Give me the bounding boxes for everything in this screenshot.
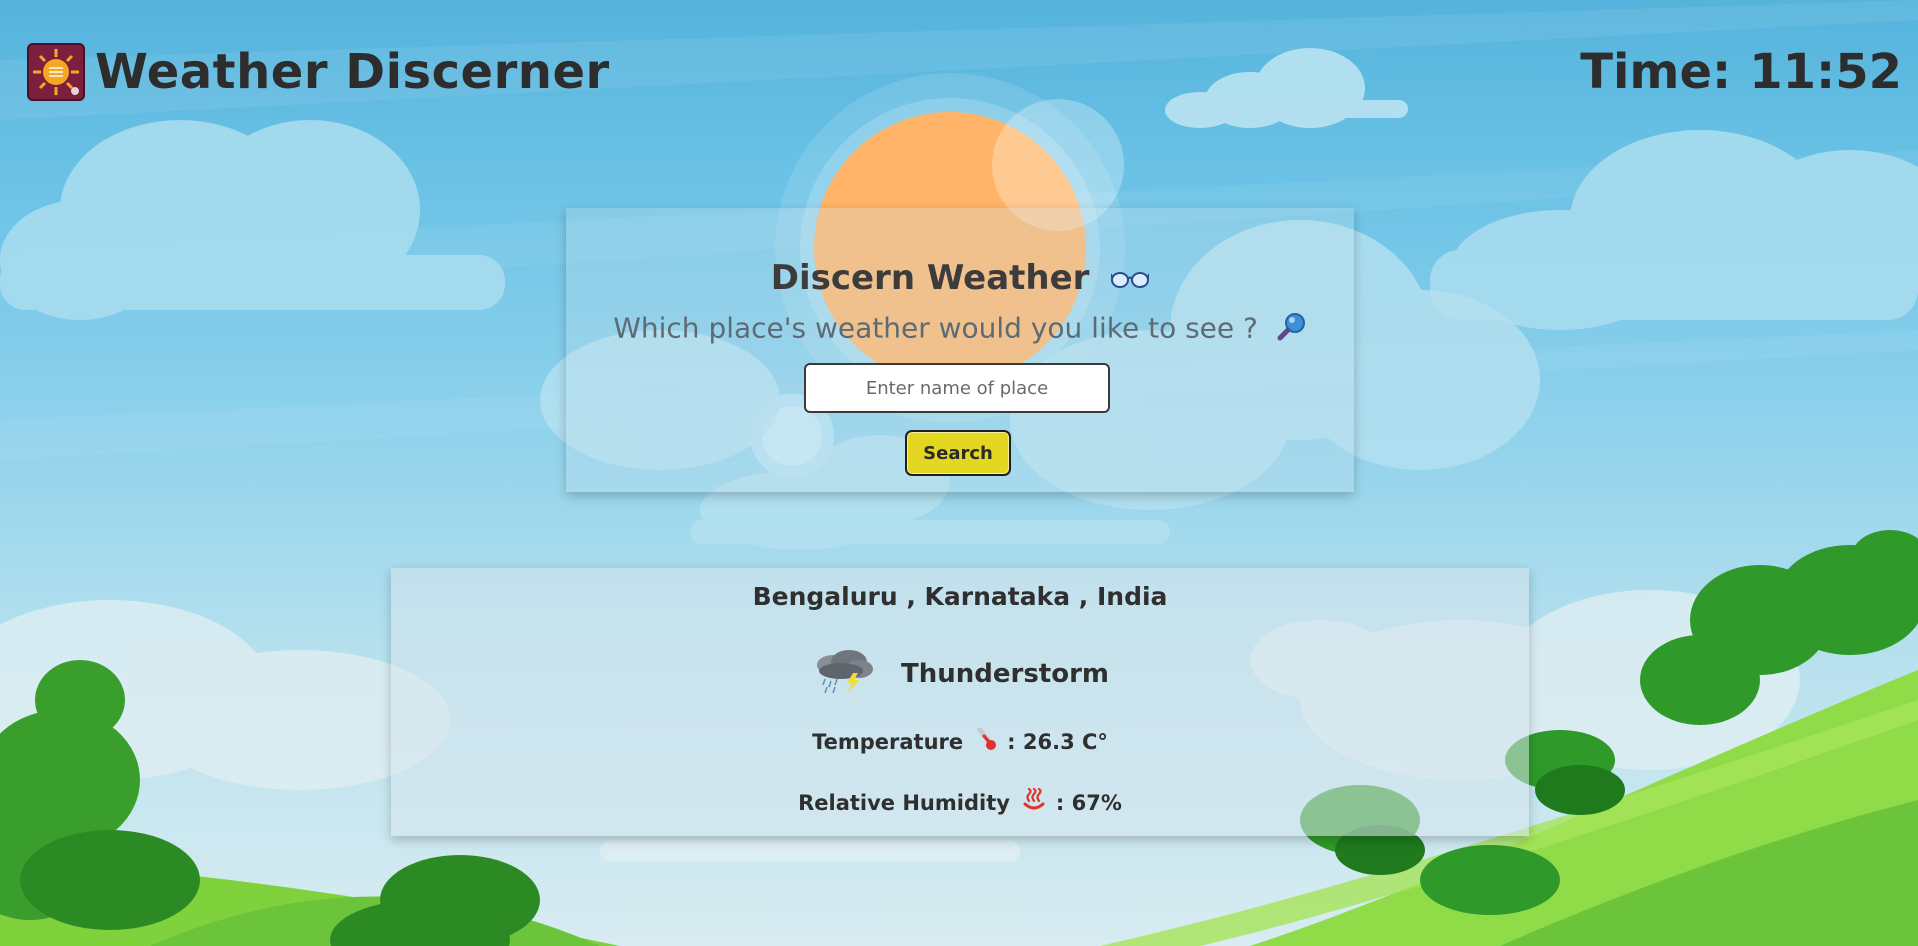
cloud-right xyxy=(1430,130,1918,330)
search-subtitle: Which place's weather would you like to … xyxy=(613,311,1258,345)
temperature-label: Temperature xyxy=(812,729,964,754)
place-search-input[interactable] xyxy=(804,363,1110,413)
condition-row: Thunderstorm xyxy=(391,646,1529,702)
humidity-label: Relative Humidity xyxy=(798,790,1010,815)
time-value: 11:52 xyxy=(1749,44,1902,100)
hot-springs-icon xyxy=(1022,787,1046,817)
location-name: Bengaluru , Karnataka , India xyxy=(752,582,1168,611)
app-header: Weather Discerner Time: 11:52 xyxy=(0,0,1918,150)
temperature-row: Temperature : 26.3 C° xyxy=(391,726,1529,757)
search-button[interactable]: Search xyxy=(905,430,1011,476)
thermometer-icon xyxy=(975,726,997,757)
humidity-row: Relative Humidity : 67% xyxy=(391,787,1529,817)
magnifier-icon xyxy=(1277,311,1307,348)
humidity-value: : 67% xyxy=(1055,790,1122,815)
time-label: Time: xyxy=(1580,44,1732,100)
thunderstorm-cloud-icon xyxy=(811,649,875,699)
app-logo xyxy=(27,43,85,101)
app-title: Weather Discerner xyxy=(95,44,610,100)
search-title: Discern Weather xyxy=(770,258,1090,298)
clock: Time: 11:52 xyxy=(1580,44,1902,100)
condition-text: Thunderstorm xyxy=(900,659,1109,689)
search-title-row: Discern Weather xyxy=(566,258,1354,300)
sun-logo-icon xyxy=(33,49,79,95)
cloud-left xyxy=(0,120,505,320)
search-subtitle-row: Which place's weather would you like to … xyxy=(566,311,1354,348)
temperature-value: : 26.3 C° xyxy=(1007,729,1108,754)
glasses-icon xyxy=(1110,260,1151,300)
search-panel: Discern Weather Which place's weather wo… xyxy=(566,208,1354,492)
weather-result-panel: Bengaluru , Karnataka , India Thundersto… xyxy=(391,568,1529,836)
